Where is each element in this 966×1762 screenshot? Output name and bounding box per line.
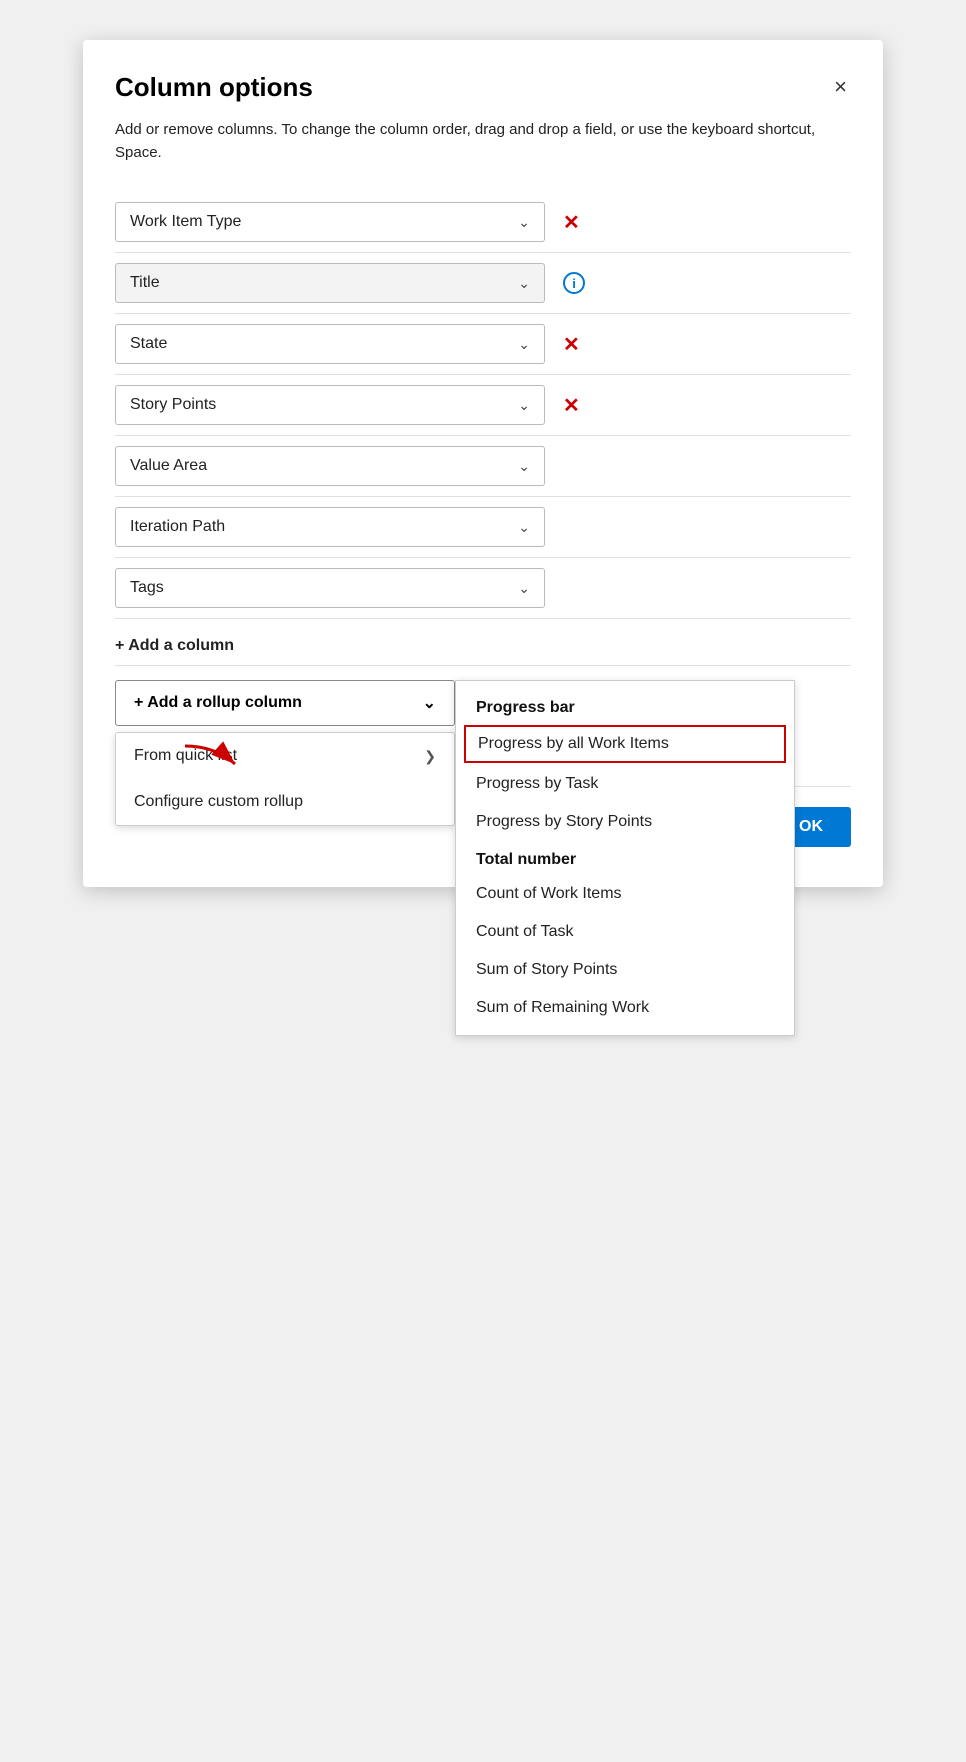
progress-by-all-work-items-option[interactable]: Progress by all Work Items [464, 725, 786, 763]
column-row: Value Area ⌄ [115, 436, 851, 497]
total-number-header: Total number [456, 841, 794, 875]
select-label: Tags [130, 579, 164, 597]
dialog-title: Column options [115, 72, 313, 103]
state-select[interactable]: State ⌄ [115, 324, 545, 364]
rollup-options-popup: Progress bar Progress by all Work Items … [455, 680, 795, 1036]
sum-of-remaining-work-option[interactable]: Sum of Remaining Work [456, 989, 794, 1027]
add-rollup-label: + Add a rollup column [134, 694, 302, 712]
select-label: Iteration Path [130, 518, 225, 536]
count-of-task-option[interactable]: Count of Task [456, 913, 794, 951]
chevron-down-icon: ⌄ [518, 336, 530, 353]
select-label: State [130, 335, 167, 353]
dialog-header: Column options × [115, 72, 851, 103]
progress-by-story-points-option[interactable]: Progress by Story Points [456, 803, 794, 841]
work-item-type-select[interactable]: Work Item Type ⌄ [115, 202, 545, 242]
column-options-dialog: Column options × Add or remove columns. … [83, 40, 883, 887]
close-button[interactable]: × [830, 72, 851, 102]
columns-list: Work Item Type ⌄ ✕ Title ⌄ i State ⌄ ✕ S… [115, 192, 851, 619]
value-area-select[interactable]: Value Area ⌄ [115, 446, 545, 486]
story-points-select[interactable]: Story Points ⌄ [115, 385, 545, 425]
remove-icon[interactable]: ✕ [563, 210, 580, 235]
select-label: Work Item Type [130, 213, 241, 231]
rollup-dropdown: From quick list ❯ Configure custom rollu… [115, 732, 455, 826]
column-row: State ⌄ ✕ [115, 314, 851, 375]
sum-of-story-points-option[interactable]: Sum of Story Points [456, 951, 794, 989]
add-column-row: + Add a column [115, 619, 851, 666]
remove-icon[interactable]: ✕ [563, 393, 580, 418]
select-label: Story Points [130, 396, 216, 414]
tags-select[interactable]: Tags ⌄ [115, 568, 545, 608]
select-label: Title [130, 274, 160, 292]
add-column-button[interactable]: + Add a column [115, 637, 234, 655]
count-of-work-items-option[interactable]: Count of Work Items [456, 875, 794, 913]
chevron-down-icon: ⌄ [423, 693, 436, 713]
from-quick-list-item[interactable]: From quick list ❯ [116, 733, 454, 779]
chevron-down-icon: ⌄ [518, 458, 530, 475]
iteration-path-select[interactable]: Iteration Path ⌄ [115, 507, 545, 547]
chevron-down-icon: ⌄ [518, 275, 530, 292]
select-label: Value Area [130, 457, 207, 475]
chevron-down-icon: ⌄ [518, 397, 530, 414]
chevron-right-icon: ❯ [424, 748, 436, 765]
progress-by-task-option[interactable]: Progress by Task [456, 765, 794, 803]
column-row: Iteration Path ⌄ [115, 497, 851, 558]
arrow-indicator [175, 736, 255, 781]
column-row: Tags ⌄ [115, 558, 851, 619]
chevron-down-icon: ⌄ [518, 580, 530, 597]
rollup-section: + Add a rollup column ⌄ From quick list … [115, 680, 851, 726]
column-row: Story Points ⌄ ✕ [115, 375, 851, 436]
add-rollup-button[interactable]: + Add a rollup column ⌄ [115, 680, 455, 726]
chevron-down-icon: ⌄ [518, 214, 530, 231]
configure-custom-label: Configure custom rollup [134, 793, 303, 811]
chevron-down-icon: ⌄ [518, 519, 530, 536]
title-select[interactable]: Title ⌄ [115, 263, 545, 303]
column-row: Work Item Type ⌄ ✕ [115, 192, 851, 253]
progress-bar-header: Progress bar [456, 689, 794, 723]
dialog-description: Add or remove columns. To change the col… [115, 119, 851, 164]
remove-icon[interactable]: ✕ [563, 332, 580, 357]
column-row: Title ⌄ i [115, 253, 851, 314]
configure-custom-rollup-item[interactable]: Configure custom rollup [116, 779, 454, 825]
info-icon[interactable]: i [563, 272, 585, 294]
